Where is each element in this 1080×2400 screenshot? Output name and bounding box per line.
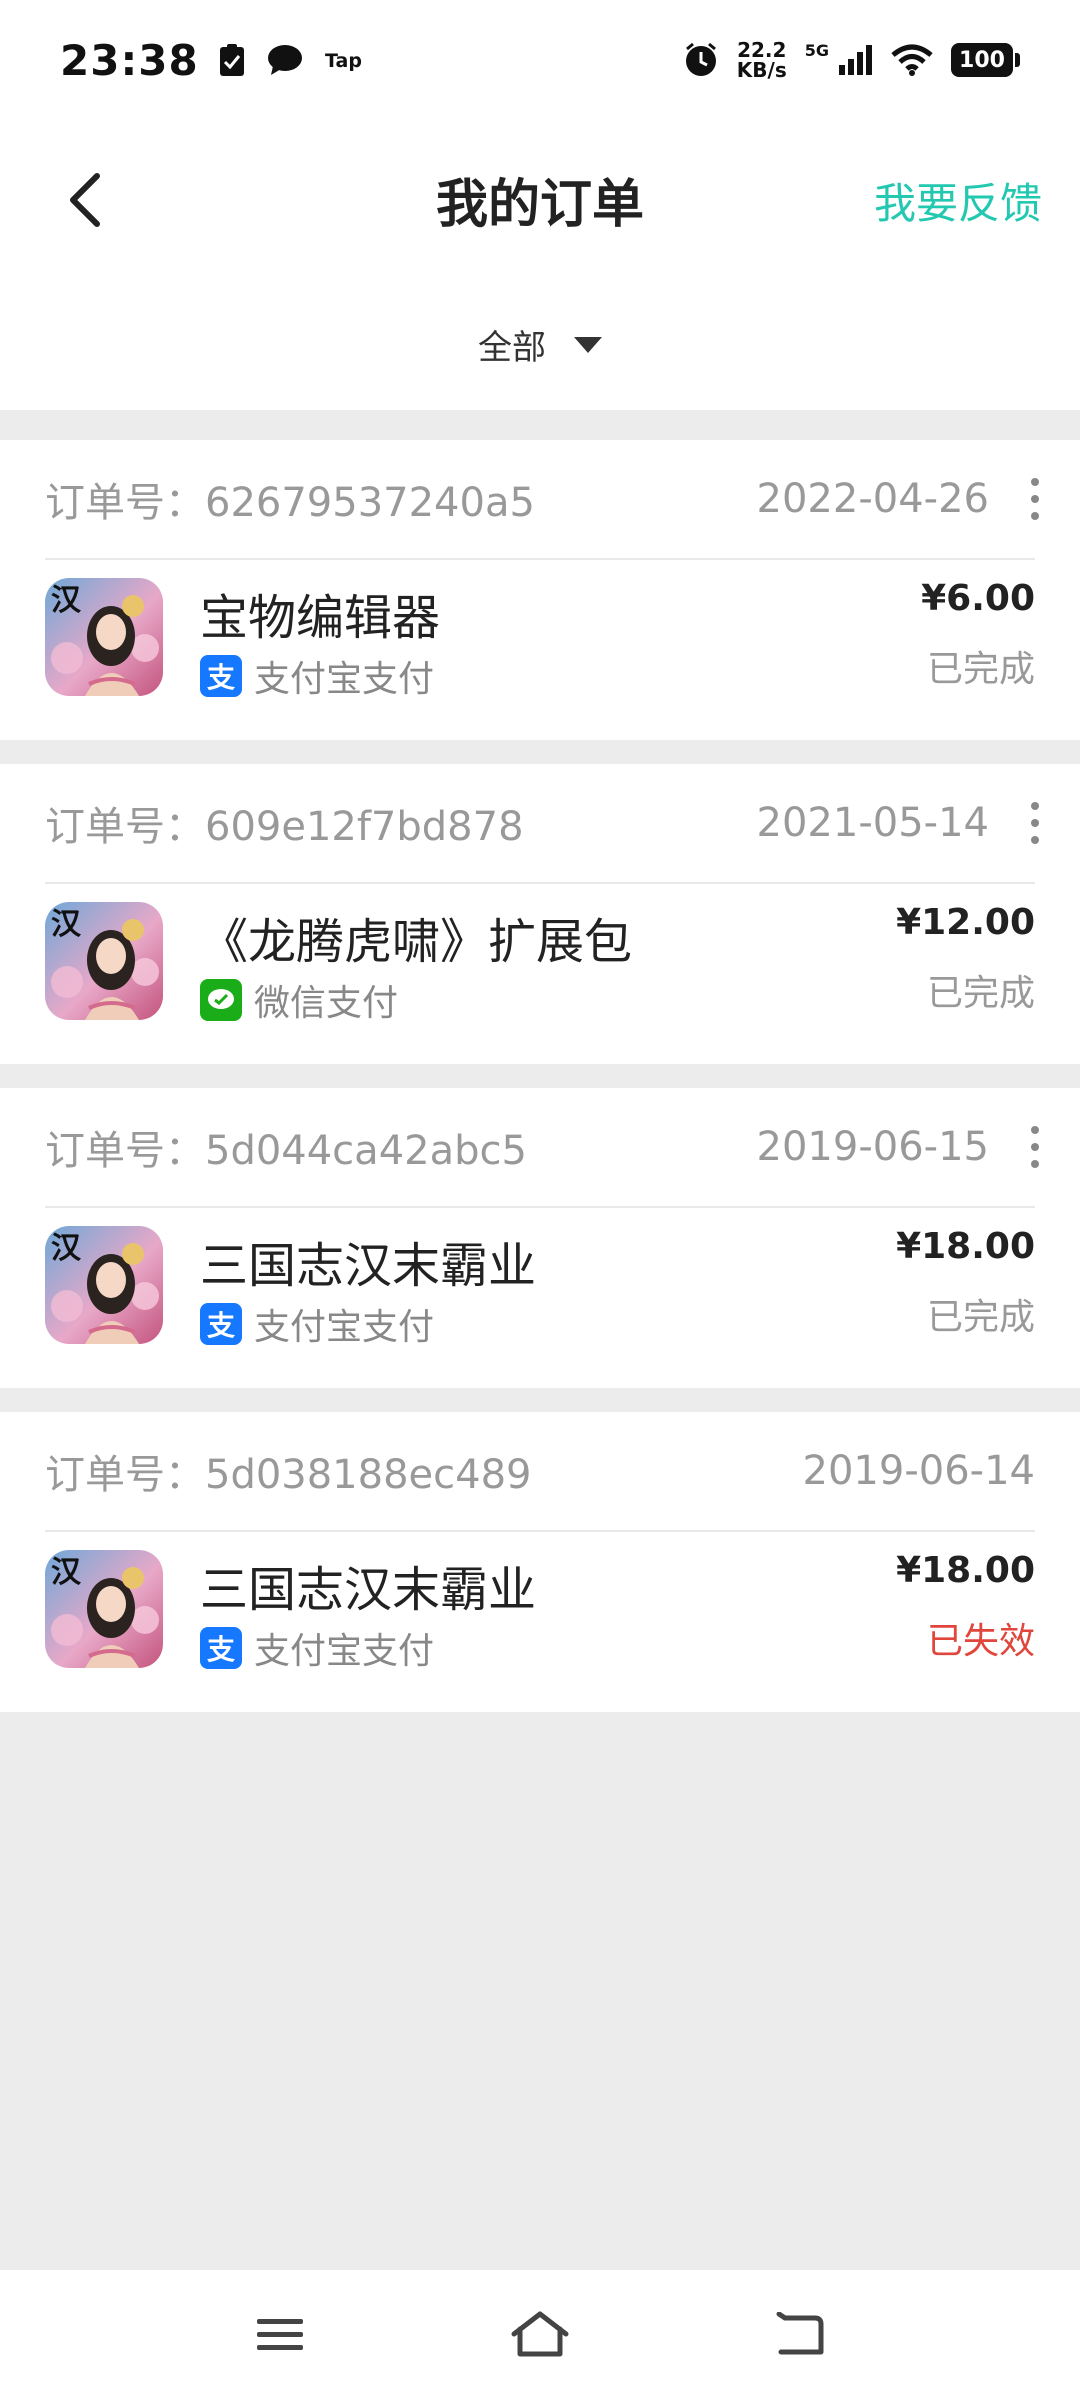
payment-method: 支 支付宝支付 [200,650,434,702]
app-icon: 汉 [45,1550,163,1668]
message-bubble-icon [267,45,302,75]
app-icon: 汉 [45,578,163,696]
svg-text:汉: 汉 [51,583,82,618]
order-number: 订单号：5d038188ec489 [45,1452,532,1498]
order-status: 已完成 [926,649,1035,690]
alarm-clock-icon [685,42,716,76]
menu-button[interactable] [245,2300,315,2370]
home-icon [511,2311,569,2357]
order-card[interactable]: 订单号：609e12f7bd878 2021-05-14 汉 《龙腾虎啸》扩展包… [0,764,1080,1064]
order-card[interactable]: 订单号：62679537240a5 2022-04-26 汉 宝物编辑器 支 支… [0,440,1080,740]
product-name: 三国志汉末霸业 [200,1562,537,1618]
wifi-icon [891,44,933,76]
more-options-button[interactable] [1015,1117,1055,1177]
order-status: 已完成 [926,1297,1035,1338]
order-body: 汉 《龙腾虎啸》扩展包 微信支付 ¥12.00 已完成 [45,902,1035,1032]
alipay-icon: 支 [200,1303,242,1345]
app-icon: 汉 [45,1226,163,1344]
feedback-button[interactable]: 我要反馈 [874,170,1042,231]
order-header: 订单号：62679537240a5 2022-04-26 [45,440,1039,560]
payment-label: 支付宝支付 [254,1307,435,1348]
signal-icon [839,45,872,75]
back-nav-button[interactable] [765,2300,835,2370]
order-card[interactable]: 订单号：5d044ca42abc5 2019-06-15 汉 三国志汉末霸业 支… [0,1088,1080,1388]
more-options-button[interactable] [1015,793,1055,853]
order-body: 汉 三国志汉末霸业 支 支付宝支付 ¥18.00 已完成 [45,1226,1035,1356]
svg-text:汉: 汉 [51,1231,82,1266]
payment-label: 微信支付 [254,983,399,1024]
order-header: 订单号：5d038188ec489 2019-06-14 [45,1412,1035,1532]
order-status: 已完成 [926,973,1035,1014]
notification-icons: Tap [219,43,365,77]
order-price: ¥18.00 [896,1226,1035,1267]
order-body: 汉 宝物编辑器 支 支付宝支付 ¥6.00 已完成 [45,578,1035,708]
svg-text:Tap: Tap [325,50,362,72]
return-icon [776,2312,824,2355]
more-options-button[interactable] [1015,469,1055,529]
order-price: ¥12.00 [896,902,1035,943]
order-date: 2022-04-26 [756,476,989,522]
order-filter-dropdown[interactable]: 全部 [0,320,1080,369]
order-number: 订单号：5d044ca42abc5 [45,1128,527,1174]
order-header: 订单号：609e12f7bd878 2021-05-14 [45,764,1039,884]
payment-label: 支付宝支付 [254,1631,435,1672]
order-price: ¥6.00 [921,578,1035,619]
network-speed-unit: KB/s [736,58,787,82]
status-bar: 23:38 Tap 22.2 KB/s 5G 100 [0,0,1080,120]
app-icon: 汉 [45,902,163,1020]
alipay-icon: 支 [200,655,242,697]
order-status: 已失效 [926,1621,1035,1662]
battery-tip [1015,53,1020,67]
order-header: 订单号：5d044ca42abc5 2019-06-15 [45,1088,1039,1208]
order-body: 汉 三国志汉末霸业 支 支付宝支付 ¥18.00 已失效 [45,1550,1035,1680]
taptap-icon: Tap [325,50,362,72]
system-nav-bar [0,2270,1080,2400]
payment-method: 支 支付宝支付 [200,1622,434,1674]
network-type: 5G [804,40,829,60]
product-name: 《龙腾虎啸》扩展包 [200,914,633,970]
product-name: 三国志汉末霸业 [200,1238,537,1294]
battery-indicator: 100 [951,43,1013,77]
alipay-icon: 支 [200,1627,242,1669]
svg-text:汉: 汉 [51,907,82,942]
order-date: 2019-06-14 [802,1448,1035,1494]
menu-icon [257,2319,303,2350]
order-card[interactable]: 订单号：5d038188ec489 2019-06-14 汉 三国志汉末霸业 支… [0,1412,1080,1712]
order-number: 订单号：609e12f7bd878 [45,804,524,850]
product-name: 宝物编辑器 [200,590,441,646]
payment-method: 微信支付 [200,974,398,1026]
status-right: 22.2 KB/s 5G 100 [683,40,1020,80]
wechat-pay-icon [200,979,242,1021]
network-speed: 22.2 KB/s [737,40,787,80]
clipboard-check-icon [219,44,244,76]
status-time: 23:38 [60,35,199,85]
order-price: ¥18.00 [896,1550,1035,1591]
order-date: 2019-06-15 [756,1124,989,1170]
header: 我的订单 我要反馈 全部 [0,120,1080,410]
payment-label: 支付宝支付 [254,659,435,700]
order-date: 2021-05-14 [756,800,989,846]
network-speed-value: 22.2 [737,38,787,62]
home-button[interactable] [505,2300,575,2370]
payment-method: 支 支付宝支付 [200,1298,434,1350]
order-number: 订单号：62679537240a5 [45,480,535,526]
svg-text:汉: 汉 [51,1555,82,1590]
filter-label: 全部 [478,328,546,368]
caret-down-icon [574,336,602,353]
